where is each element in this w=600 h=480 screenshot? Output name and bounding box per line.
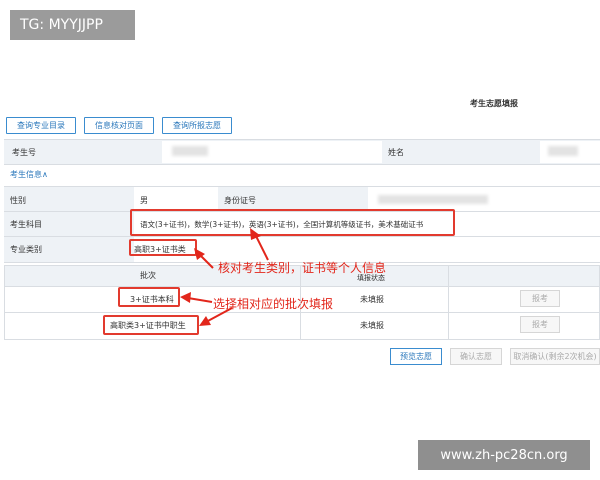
arrow-batch1-head xyxy=(180,292,191,303)
annotation-arrows xyxy=(180,228,269,326)
arrow-subjects-line xyxy=(255,235,269,261)
arrow-batch1-line xyxy=(187,297,213,303)
arrow-subjects-head xyxy=(250,228,261,240)
annotation-verify: 核对考生类别，证书等个人信息 xyxy=(218,261,387,275)
annotation-choose: 选择相对应的批次填报 xyxy=(213,297,334,311)
arrow-category-line xyxy=(199,254,214,269)
